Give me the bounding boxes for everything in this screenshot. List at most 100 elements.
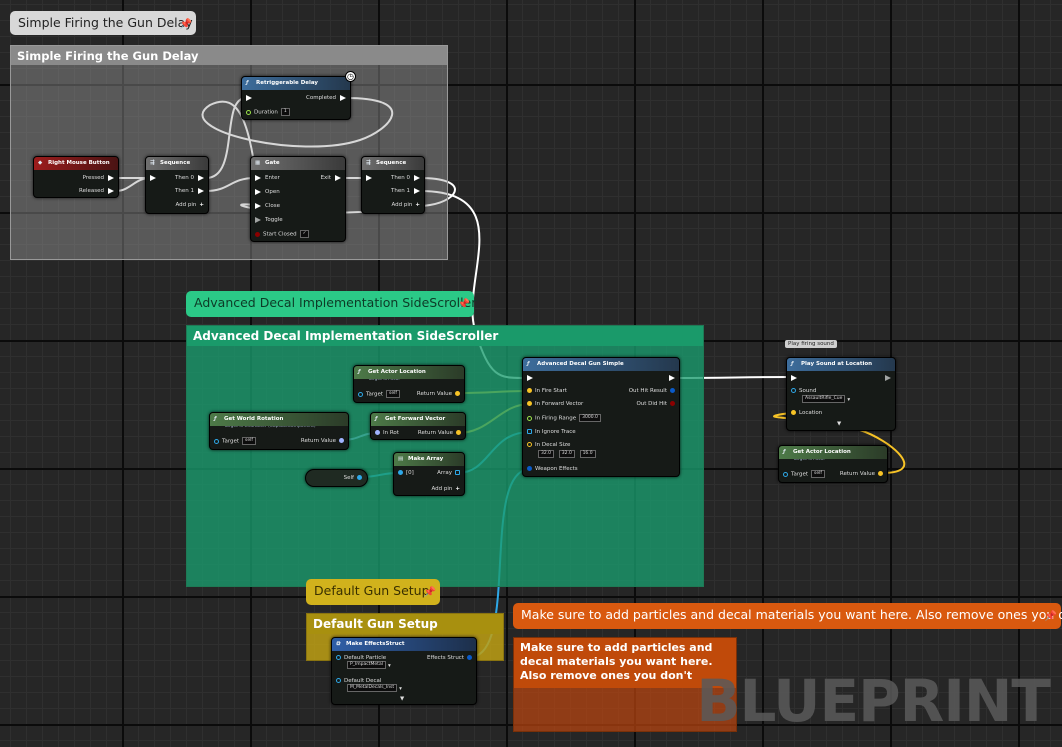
node-self[interactable]: Self: [305, 469, 368, 487]
add-pin-button[interactable]: Add pin +: [175, 201, 204, 210]
pin-exit[interactable]: Exit: [321, 174, 341, 183]
float-pin-icon[interactable]: [527, 415, 532, 421]
pin-out-hit-result[interactable]: Out Hit Result: [629, 387, 675, 396]
plus-icon[interactable]: +: [455, 485, 460, 494]
exec-pin-icon[interactable]: [198, 187, 204, 194]
node-play-sound-at-location[interactable]: ƒ Play Sound at Location Sound AssaultRif…: [786, 357, 896, 431]
vector-pin-icon[interactable]: [527, 442, 532, 447]
object-pin-icon[interactable]: [358, 391, 363, 397]
object-pin-icon[interactable]: [214, 438, 219, 444]
exec-pin-icon[interactable]: [340, 94, 346, 101]
comment-bubble-gun-delay[interactable]: Simple Firing the Gun Delay 📌: [10, 11, 196, 35]
pin-icon[interactable]: 📌: [1045, 605, 1057, 629]
exec-pin-icon[interactable]: [255, 202, 261, 209]
pin-return-value[interactable]: Return Value: [417, 390, 460, 399]
exec-pin-icon[interactable]: [150, 174, 156, 181]
pin-target[interactable]: Target self: [358, 390, 400, 399]
object-pin-icon[interactable]: [336, 678, 341, 683]
exec-pin-icon[interactable]: [255, 216, 261, 223]
pin-icon[interactable]: 📌: [180, 13, 192, 37]
decal-size-z-input[interactable]: 16.0: [579, 450, 596, 458]
object-pin-icon[interactable]: [783, 471, 788, 477]
object-pin-icon[interactable]: [791, 388, 796, 393]
pin-target[interactable]: Target self: [783, 470, 825, 479]
struct-pin-icon[interactable]: [467, 655, 472, 660]
array-pin-icon[interactable]: [455, 470, 460, 475]
node-sequence[interactable]: ⇶ Sequence Then 0 Then 1 Add pin +: [145, 156, 209, 214]
node-get-actor-location[interactable]: ƒ Get Actor Location Target is Actor Targ…: [778, 445, 888, 483]
pin-weapon-effects[interactable]: Weapon Effects: [527, 465, 578, 474]
struct-pin-icon[interactable]: [670, 388, 675, 393]
pin-return-value[interactable]: Return Value: [301, 437, 344, 446]
comment-bubble-decal[interactable]: Advanced Decal Implementation SideScroll…: [186, 291, 476, 317]
comment-box-gun-delay[interactable]: Simple Firing the Gun Delay: [10, 45, 448, 260]
firing-range-input[interactable]: 3000.0: [579, 414, 601, 422]
exec-pin-icon[interactable]: [255, 174, 261, 181]
pin-then-0[interactable]: Then 0: [391, 174, 420, 183]
pin-out-did-hit[interactable]: Out Did Hit: [636, 400, 675, 409]
exec-pin-icon[interactable]: [255, 188, 261, 195]
vector-pin-icon[interactable]: [456, 430, 461, 435]
exec-pin-icon[interactable]: [246, 94, 252, 101]
node-get-forward-vector[interactable]: ƒ Get Forward Vector In Rot Return Value: [370, 412, 466, 440]
chevron-down-icon[interactable]: ▼: [400, 696, 404, 702]
exec-pin-icon[interactable]: [527, 374, 533, 381]
node-make-effects-struct[interactable]: ⧉ Make EffectsStruct Default Particle P_I…: [331, 637, 477, 705]
expand-node-button[interactable]: ▼: [400, 695, 404, 704]
rotator-pin-icon[interactable]: [339, 438, 344, 443]
exec-pin-icon[interactable]: [414, 187, 420, 194]
pin-in-decal-size[interactable]: In Decal Size: [527, 441, 570, 450]
decal-size-y-input[interactable]: 32.0: [558, 450, 575, 458]
pin-in-forward-vector[interactable]: In Forward Vector: [527, 400, 583, 409]
pin-then-1[interactable]: Then 1: [391, 187, 420, 196]
exec-pin-icon[interactable]: [366, 174, 372, 181]
pin-open[interactable]: Open: [255, 188, 280, 197]
pin-toggle[interactable]: Toggle: [255, 216, 283, 225]
pin-then-0[interactable]: Then 0: [175, 174, 204, 183]
pin-start-closed[interactable]: Start Closed ✓: [255, 230, 310, 239]
bool-pin-icon[interactable]: [255, 231, 260, 237]
plus-icon[interactable]: +: [199, 201, 204, 210]
exec-pin-icon[interactable]: [108, 187, 114, 194]
pin-location[interactable]: Location: [791, 409, 822, 418]
vector-pin-icon[interactable]: [455, 391, 460, 396]
float-pin-icon[interactable]: [246, 109, 251, 115]
start-closed-checkbox[interactable]: ✓: [299, 230, 310, 238]
pin-in-ignore-trace[interactable]: In Ignore Trace: [527, 428, 576, 437]
pin-then-1[interactable]: Then 1: [175, 187, 204, 196]
decal-size-x-input[interactable]: 32.0: [538, 450, 555, 458]
add-pin-button[interactable]: Add pin +: [391, 201, 420, 210]
pin-completed[interactable]: Completed: [306, 94, 346, 103]
chevron-down-icon[interactable]: ▼: [837, 421, 841, 427]
object-pin-icon[interactable]: [398, 470, 403, 475]
node-right-mouse-button[interactable]: ◆ Right Mouse Button Pressed Released: [33, 156, 119, 198]
comment-bubble-default-gun[interactable]: Default Gun Setup 📌: [306, 579, 440, 605]
pin-array-in[interactable]: [0]: [398, 469, 414, 478]
exec-pin-icon[interactable]: [335, 174, 341, 181]
exec-pin-icon[interactable]: [669, 374, 675, 381]
struct-pin-icon[interactable]: [527, 466, 532, 471]
pin-in-firing-range[interactable]: In Firing Range 3000.0: [527, 414, 601, 423]
duration-input[interactable]: 1: [280, 108, 290, 116]
pin-duration[interactable]: Duration 1: [246, 108, 290, 117]
vector-pin-icon[interactable]: [527, 401, 532, 406]
add-pin-button[interactable]: Add pin +: [431, 485, 460, 494]
expand-node-button[interactable]: ▼: [837, 420, 841, 429]
pin-return-value[interactable]: Return Value: [418, 429, 461, 438]
node-advanced-decal-gun-simple[interactable]: ƒ Advanced Decal Gun Simple In Fire Start…: [522, 357, 680, 477]
node-make-array[interactable]: ▤ Make Array [0] Array Add pin +: [393, 452, 465, 496]
exec-pin-icon[interactable]: [885, 374, 891, 381]
chevron-down-icon[interactable]: ▾: [388, 663, 391, 669]
node-retriggerable-delay[interactable]: ƒ Retriggerable Delay Completed Duration 1: [241, 76, 351, 120]
pin-effects-struct[interactable]: Effects Struct: [427, 654, 472, 663]
node-sequence[interactable]: ⇶ Sequence Then 0 Then 1 Add pin +: [361, 156, 425, 214]
vector-pin-icon[interactable]: [791, 410, 796, 415]
pin-close[interactable]: Close: [255, 202, 280, 211]
decal-size-fields[interactable]: 32.0 32.0 16.0: [535, 450, 596, 459]
exec-pin-icon[interactable]: [108, 174, 114, 181]
vector-pin-icon[interactable]: [527, 388, 532, 393]
sound-asset-select[interactable]: AssaultRifle_Cue ▾: [799, 395, 850, 404]
pin-icon[interactable]: 📌: [424, 581, 436, 605]
decal-asset-select[interactable]: M_MetalDecals_Inst ▾: [344, 684, 402, 693]
pin-in-rot[interactable]: In Rot: [375, 429, 399, 438]
